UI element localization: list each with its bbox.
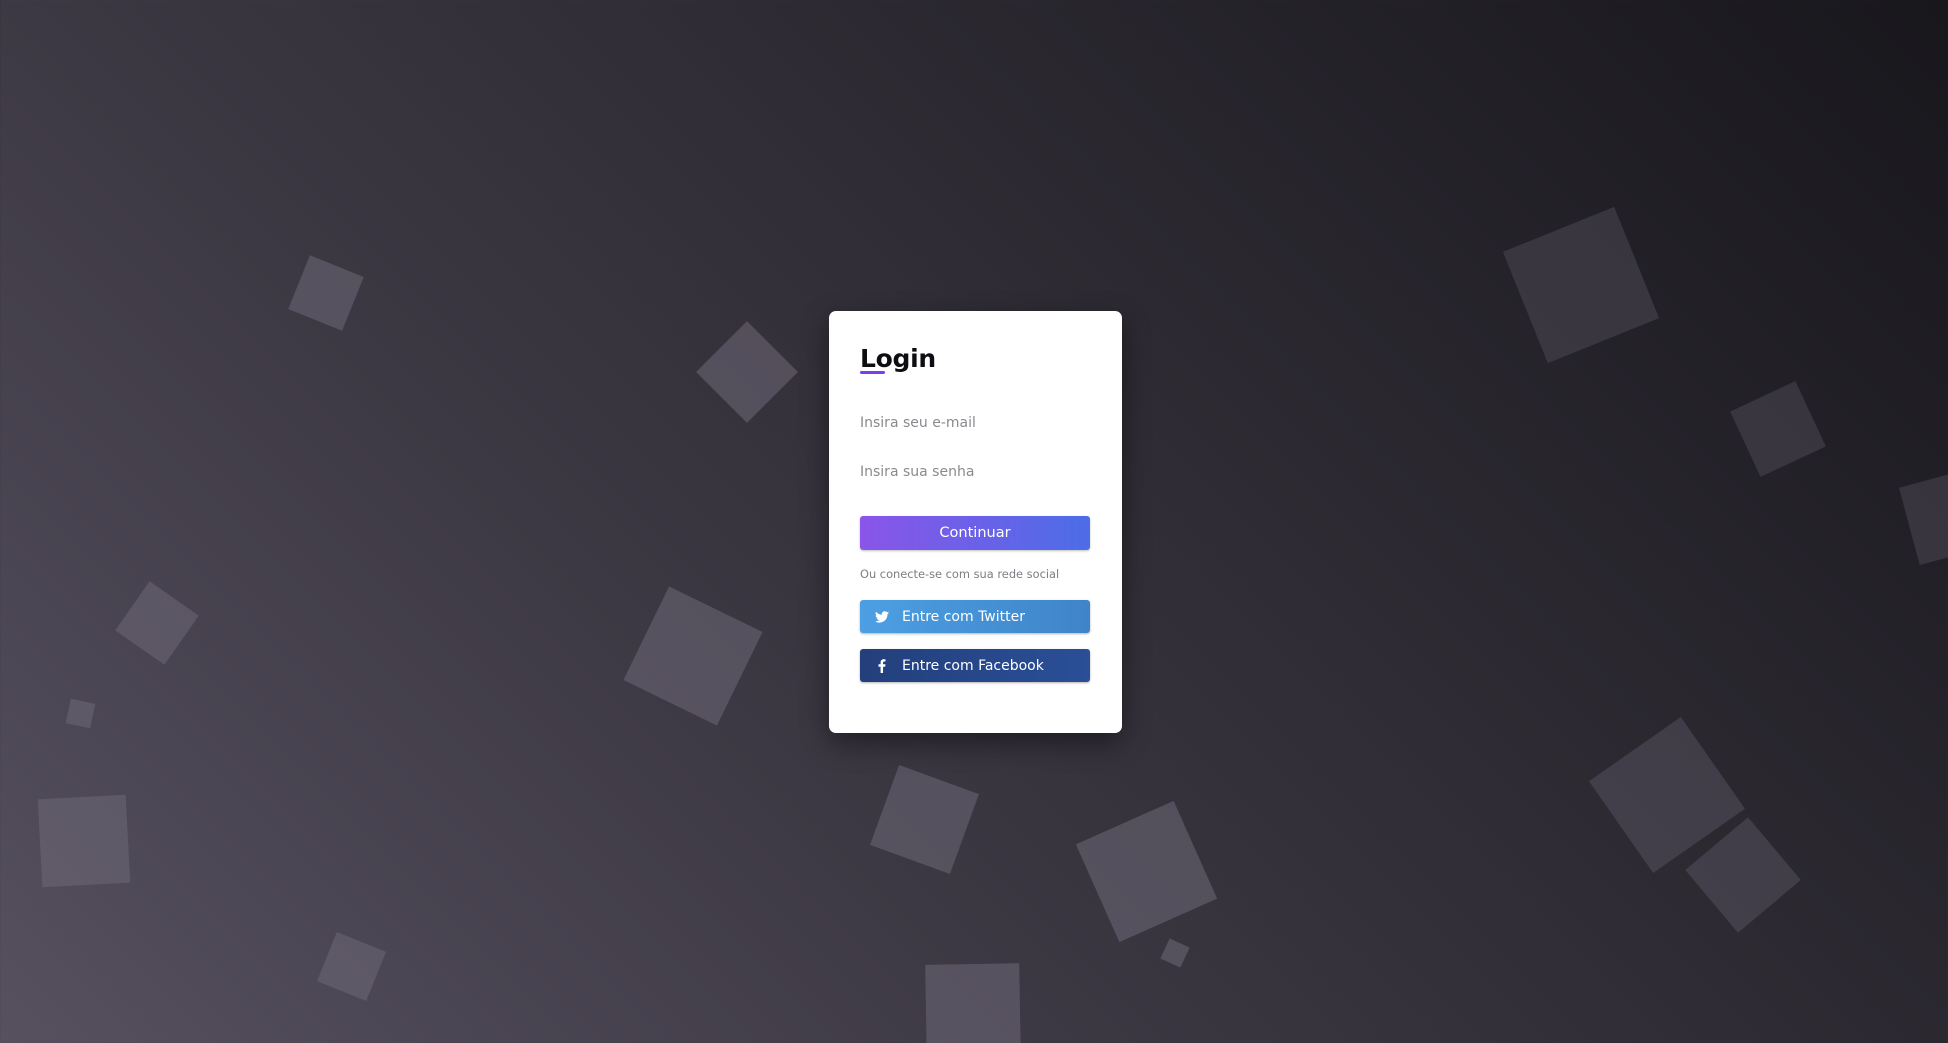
background-square [925, 963, 1021, 1043]
background-square [317, 932, 386, 1001]
social-login-prompt: Ou conecte-se com sua rede social [860, 567, 1060, 581]
background-square [65, 698, 96, 729]
background-square [1899, 467, 1948, 565]
twitter-bird-icon [874, 609, 890, 625]
password-input[interactable] [860, 459, 1090, 485]
facebook-f-icon [874, 658, 890, 674]
background-square [870, 765, 979, 874]
background-square [115, 581, 199, 665]
background-square [1160, 938, 1190, 968]
email-input[interactable] [860, 410, 1090, 436]
continue-button[interactable]: Continuar [860, 516, 1090, 550]
background-square [1075, 800, 1218, 943]
background-square [1502, 206, 1660, 364]
background-square [623, 586, 763, 726]
twitter-login-label: Entre com Twitter [902, 608, 1025, 625]
background-square [288, 255, 364, 331]
title-underline [860, 371, 885, 374]
background-square [696, 321, 798, 423]
login-card: Login Continuar Ou conecte-se com sua re… [829, 311, 1122, 733]
twitter-login-button[interactable]: Entre com Twitter [860, 600, 1090, 633]
facebook-login-button[interactable]: Entre com Facebook [860, 649, 1090, 682]
background-square [37, 794, 131, 888]
background-square [1730, 381, 1826, 477]
login-title: Login [860, 344, 936, 373]
facebook-login-label: Entre com Facebook [902, 657, 1044, 674]
